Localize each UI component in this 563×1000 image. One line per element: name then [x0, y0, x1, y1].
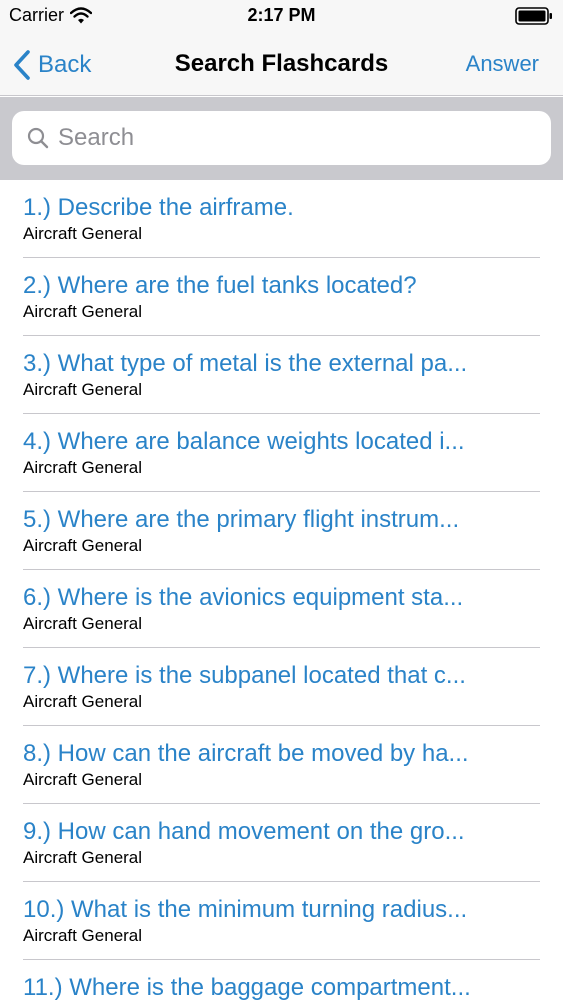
flashcard-row[interactable]: 1.) Describe the airframe. Aircraft Gener… — [0, 180, 563, 258]
flashcard-row[interactable]: 6.) Where is the avionics equipment sta.… — [0, 570, 563, 648]
flashcard-row[interactable]: 2.) Where are the fuel tanks located? Air… — [0, 258, 563, 336]
search-bar — [0, 97, 563, 180]
flashcard-row[interactable]: 8.) How can the aircraft be moved by ha.… — [0, 726, 563, 804]
flashcard-results-list: 1.) Describe the airframe. Aircraft Gener… — [0, 180, 563, 1000]
answer-button[interactable]: Answer — [466, 51, 539, 77]
search-field[interactable] — [12, 111, 551, 165]
battery-icon — [515, 7, 552, 25]
flashcard-question: 3.) What type of metal is the external p… — [23, 350, 468, 377]
flashcard-category: Aircraft General — [23, 536, 143, 555]
flashcard-question: 6.) Where is the avionics equipment sta.… — [23, 584, 464, 611]
flashcard-row[interactable]: 3.) What type of metal is the external p… — [0, 336, 563, 414]
search-input[interactable] — [58, 124, 538, 152]
navigation-bar: Back Search Flashcards Answer — [0, 34, 563, 96]
flashcard-category: Aircraft General — [23, 770, 143, 789]
flashcard-row[interactable]: 5.) Where are the primary flight instrum… — [0, 492, 563, 570]
flashcard-question: 8.) How can the aircraft be moved by ha.… — [23, 740, 469, 767]
flashcard-question: 2.) Where are the fuel tanks located? — [23, 272, 417, 299]
flashcard-row[interactable]: 10.) What is the minimum turning radius.… — [0, 882, 563, 960]
flashcard-question: 7.) Where is the subpanel located that c… — [23, 662, 466, 689]
flashcard-category: Aircraft General — [23, 224, 143, 243]
flashcard-category: Aircraft General — [23, 302, 143, 321]
flashcard-question: 9.) How can hand movement on the gro... — [23, 818, 465, 845]
status-time: 2:17 PM — [247, 5, 316, 25]
flashcard-question: 10.) What is the minimum turning radius.… — [23, 896, 468, 923]
flashcard-row[interactable]: 11.) Where is the baggage compartment...… — [0, 960, 563, 1000]
flashcard-question: 5.) Where are the primary flight instrum… — [23, 506, 460, 533]
flashcard-row[interactable]: 9.) How can hand movement on the gro... A… — [0, 804, 563, 882]
flashcard-category: Aircraft General — [23, 692, 143, 711]
flashcard-question: 11.) Where is the baggage compartment... — [23, 974, 471, 1000]
flashcard-row[interactable]: 7.) Where is the subpanel located that c… — [0, 648, 563, 726]
flashcard-category: Aircraft General — [23, 614, 143, 633]
flashcard-row[interactable]: 4.) Where are balance weights located i.… — [0, 414, 563, 492]
search-icon — [27, 127, 49, 149]
flashcard-question: 4.) Where are balance weights located i.… — [23, 428, 465, 455]
flashcard-category: Aircraft General — [23, 848, 143, 867]
flashcard-category: Aircraft General — [23, 458, 143, 477]
flashcard-question: 1.) Describe the airframe. — [23, 194, 294, 221]
flashcard-category: Aircraft General — [23, 380, 143, 399]
flashcard-category: Aircraft General — [23, 926, 143, 945]
status-bar: Carrier 2:17 PM — [0, 0, 563, 34]
